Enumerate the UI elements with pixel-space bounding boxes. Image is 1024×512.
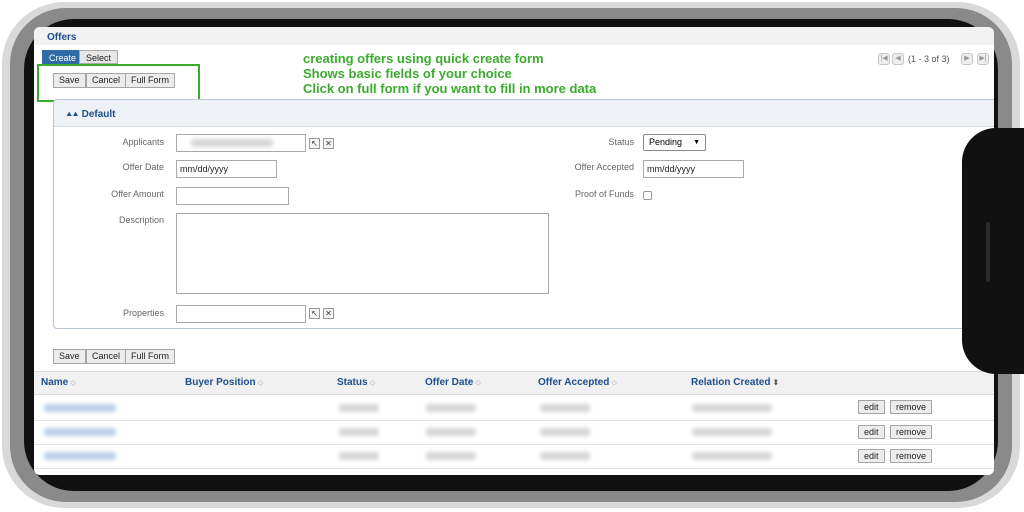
annotation-line-2: Shows basic fields of your choice <box>303 66 512 81</box>
column-header-offer-accepted[interactable]: Offer Accepted ⬦ <box>538 377 617 388</box>
cell-redacted <box>426 404 476 412</box>
app-screen: Offers Create Select Save Cancel Full Fo… <box>34 27 994 475</box>
offer-amount-label: Offer Amount <box>111 189 164 199</box>
properties-field[interactable] <box>176 305 306 323</box>
full-form-button-bottom[interactable]: Full Form <box>125 349 175 364</box>
applicants-field[interactable] <box>176 134 306 152</box>
sort-icon: ⬦ <box>70 378 76 387</box>
table-row: edit remove <box>34 396 994 421</box>
column-label: Status <box>337 377 368 388</box>
double-chevron-up-icon: ⯅⯅ <box>66 110 79 119</box>
column-header-offer-date[interactable]: Offer Date ⬦ <box>425 377 481 388</box>
save-button-bottom[interactable]: Save <box>53 349 86 364</box>
default-section: ⯅⯅ Default Applicants ↖ ✕ Offer Date mm/… <box>53 99 994 329</box>
first-page-icon[interactable]: |◀ <box>878 53 890 65</box>
lookup-icon[interactable]: ↖ <box>309 308 320 319</box>
tab-select[interactable]: Select <box>79 50 119 64</box>
prev-page-icon[interactable]: ◀ <box>892 53 904 65</box>
sort-icon: ⬦ <box>369 378 376 387</box>
annotation-line-3: Click on full form if you want to fill i… <box>303 81 597 96</box>
cell-redacted <box>426 452 476 460</box>
description-label: Description <box>118 215 164 225</box>
chevron-down-icon: ▼ <box>693 139 700 146</box>
sort-icon: ⬦ <box>257 378 264 387</box>
cell-redacted <box>692 428 772 436</box>
cancel-button[interactable]: Cancel <box>86 73 127 88</box>
header-bar: Offers <box>34 27 994 45</box>
column-label: Buyer Position <box>185 377 256 388</box>
offer-accepted-field[interactable]: mm/dd/yyyy <box>643 160 744 178</box>
remove-button[interactable]: remove <box>890 400 933 414</box>
offer-amount-field[interactable] <box>176 187 289 205</box>
column-header-buyer-position[interactable]: Buyer Position ⬦ <box>185 377 263 388</box>
description-textarea[interactable] <box>176 213 549 294</box>
cell-redacted <box>540 428 590 436</box>
remove-button[interactable]: remove <box>890 425 933 439</box>
edit-button[interactable]: edit <box>858 425 885 439</box>
table-row: edit remove <box>34 444 994 469</box>
status-label: Status <box>608 137 634 147</box>
name-link-redacted[interactable] <box>44 452 116 460</box>
column-header-name[interactable]: Name ⬦ <box>41 377 76 388</box>
offer-date-label: Offer Date <box>122 162 164 172</box>
cell-redacted <box>426 428 476 436</box>
applicants-value-redacted <box>191 139 273 147</box>
status-value: Pending <box>649 137 683 147</box>
proof-of-funds-label: Proof of Funds <box>574 189 634 199</box>
name-link-redacted[interactable] <box>44 428 116 436</box>
last-page-icon[interactable]: ▶| <box>977 53 989 65</box>
proof-of-funds-checkbox[interactable] <box>643 191 652 200</box>
sort-icon: ⬦ <box>475 378 481 387</box>
annotation-line-1: creating offers using quick create form <box>303 51 544 66</box>
cell-redacted <box>692 404 772 412</box>
applicants-label: Applicants <box>122 137 164 147</box>
save-button[interactable]: Save <box>53 73 86 88</box>
cell-redacted <box>339 452 379 460</box>
cell-redacted <box>692 452 772 460</box>
edit-button[interactable]: edit <box>858 400 885 414</box>
pager-text: (1 - 3 of 3) <box>908 54 950 64</box>
clear-icon[interactable]: ✕ <box>323 308 334 319</box>
section-header[interactable]: ⯅⯅ Default <box>54 100 994 127</box>
cell-redacted <box>540 404 590 412</box>
sort-icon: ⬦ <box>611 378 617 387</box>
section-title: ⯅⯅ Default <box>66 109 116 120</box>
offer-date-field[interactable]: mm/dd/yyyy <box>176 160 277 178</box>
tab-create[interactable]: Create <box>42 50 84 64</box>
cell-redacted <box>339 428 379 436</box>
cell-redacted <box>540 452 590 460</box>
phone-notch <box>962 128 1024 374</box>
section-title-text: Default <box>81 109 116 120</box>
offer-accepted-label: Offer Accepted <box>574 162 634 172</box>
properties-label: Properties <box>122 308 164 318</box>
table-header: Name ⬦ Buyer Position ⬦ Status ⬦ Offer Date… <box>34 371 994 395</box>
column-label: Relation Created <box>691 377 771 388</box>
column-header-relation-created[interactable]: Relation Created ⬍ <box>691 377 779 388</box>
column-label: Offer Accepted <box>538 377 610 388</box>
cancel-button-bottom[interactable]: Cancel <box>86 349 127 364</box>
edit-button[interactable]: edit <box>858 449 885 463</box>
sort-desc-icon: ⬍ <box>772 378 780 387</box>
name-link-redacted[interactable] <box>44 404 116 412</box>
clear-icon[interactable]: ✕ <box>323 138 334 149</box>
status-select[interactable]: Pending ▼ <box>643 134 706 151</box>
page-title: Offers <box>47 32 77 43</box>
lookup-icon[interactable]: ↖ <box>309 138 320 149</box>
column-label: Offer Date <box>425 377 474 388</box>
next-page-icon[interactable]: ▶ <box>961 53 973 65</box>
full-form-button[interactable]: Full Form <box>125 73 175 88</box>
table-row: edit remove <box>34 420 994 445</box>
phone-speaker <box>986 222 990 282</box>
remove-button[interactable]: remove <box>890 449 933 463</box>
column-header-status[interactable]: Status ⬦ <box>337 377 375 388</box>
column-label: Name <box>41 377 69 388</box>
cell-redacted <box>339 404 379 412</box>
